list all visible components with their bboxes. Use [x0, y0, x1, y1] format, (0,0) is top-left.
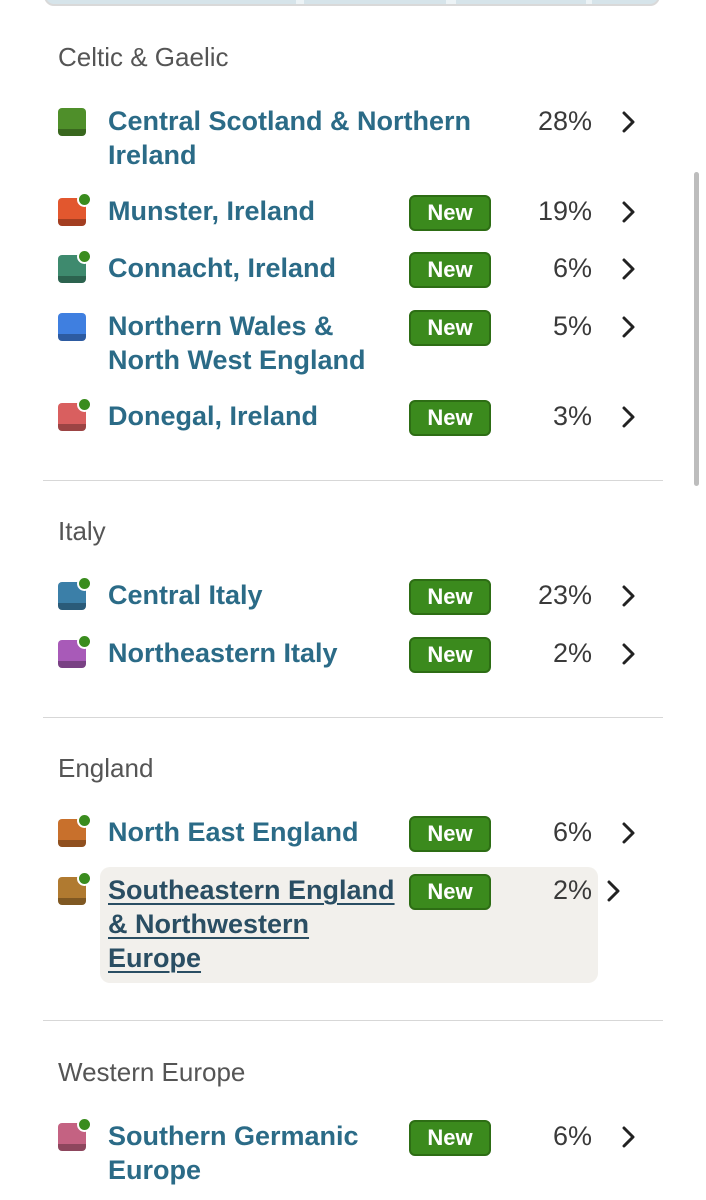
- region-percent: 6%: [552, 253, 592, 283]
- region-percent: 6%: [552, 1121, 592, 1151]
- scrollbar[interactable]: [694, 172, 699, 486]
- new-badge: New: [409, 252, 491, 288]
- chevron-right-icon[interactable]: [619, 584, 639, 608]
- region-percent: 5%: [552, 311, 592, 341]
- region-color-swatch: [58, 192, 92, 226]
- section-divider: [43, 717, 663, 718]
- group-title-italy: Italy: [58, 516, 106, 546]
- region-percent: 28%: [537, 106, 592, 136]
- new-indicator-dot: [77, 813, 92, 828]
- section-divider: [43, 1020, 663, 1021]
- region-name[interactable]: Southeastern England & Northwestern Euro…: [108, 873, 400, 975]
- region-color-swatch: [58, 1117, 92, 1151]
- region-percent: 19%: [537, 196, 592, 226]
- new-badge: New: [409, 195, 491, 231]
- region-color-swatch: [58, 634, 92, 668]
- group-title-england: England: [58, 753, 154, 783]
- group-title-celtic-gaelic: Celtic & Gaelic: [58, 42, 229, 72]
- region-color-swatch: [58, 397, 92, 431]
- new-indicator-dot: [77, 634, 92, 649]
- new-badge: New: [409, 637, 491, 673]
- region-color-swatch: [58, 249, 92, 283]
- region-color-swatch: [58, 813, 92, 847]
- region-percent: 2%: [552, 875, 592, 905]
- region-name[interactable]: Munster, Ireland: [108, 194, 315, 228]
- region-name[interactable]: Southern Germanic Europe: [108, 1119, 398, 1187]
- chevron-right-icon[interactable]: [619, 257, 639, 281]
- chevron-right-icon[interactable]: [619, 315, 639, 339]
- region-color-swatch: [58, 313, 86, 341]
- region-percent: 3%: [552, 401, 592, 431]
- new-indicator-dot: [77, 1117, 92, 1132]
- region-color-swatch: [58, 871, 92, 905]
- new-badge: New: [409, 310, 491, 346]
- chevron-right-icon[interactable]: [619, 405, 639, 429]
- region-name[interactable]: North East England: [108, 815, 359, 849]
- region-name[interactable]: Connacht, Ireland: [108, 251, 336, 285]
- new-indicator-dot: [77, 397, 92, 412]
- new-badge: New: [409, 400, 491, 436]
- chevron-right-icon[interactable]: [619, 1125, 639, 1149]
- region-name[interactable]: Central Italy: [108, 578, 263, 612]
- new-badge: New: [409, 1120, 491, 1156]
- region-color-swatch: [58, 576, 92, 610]
- region-percent: 6%: [552, 817, 592, 847]
- region-percent: 23%: [537, 580, 592, 610]
- new-badge: New: [409, 874, 491, 910]
- chevron-right-icon[interactable]: [604, 879, 624, 903]
- new-indicator-dot: [77, 576, 92, 591]
- new-badge: New: [409, 816, 491, 852]
- region-name[interactable]: Central Scotland & Northern Ireland: [108, 104, 488, 172]
- map-preview[interactable]: [44, 0, 660, 6]
- region-name[interactable]: Northeastern Italy: [108, 636, 338, 670]
- chevron-right-icon[interactable]: [619, 110, 639, 134]
- section-divider: [43, 480, 663, 481]
- chevron-right-icon[interactable]: [619, 642, 639, 666]
- new-indicator-dot: [77, 871, 92, 886]
- chevron-right-icon[interactable]: [619, 821, 639, 845]
- group-title-western-europe: Western Europe: [58, 1057, 246, 1087]
- new-indicator-dot: [77, 249, 92, 264]
- region-color-swatch: [58, 108, 86, 136]
- new-badge: New: [409, 579, 491, 615]
- region-percent: 2%: [552, 638, 592, 668]
- chevron-right-icon[interactable]: [619, 200, 639, 224]
- region-name[interactable]: Donegal, Ireland: [108, 399, 318, 433]
- region-name[interactable]: Northern Wales & North West England: [108, 309, 398, 377]
- new-indicator-dot: [77, 192, 92, 207]
